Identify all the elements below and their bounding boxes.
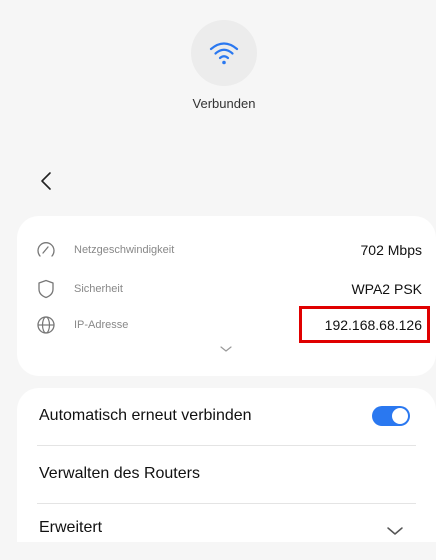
- manage-router-label: Verwalten des Routers: [39, 465, 200, 482]
- chevron-down-icon: [387, 527, 403, 535]
- info-value-speed: 702 Mbps: [360, 242, 422, 258]
- toggle-knob: [392, 408, 408, 424]
- ip-address-highlight-box: [299, 306, 430, 343]
- info-value-security: WPA2 PSK: [351, 281, 422, 297]
- advanced-row[interactable]: Erweitert: [17, 504, 436, 560]
- back-button[interactable]: [34, 167, 58, 195]
- globe-icon: [35, 314, 57, 336]
- settings-card: Automatisch erneut verbinden Verwalten d…: [17, 388, 436, 542]
- info-label-speed: Netzgeschwindigkeit: [74, 244, 175, 256]
- connection-status-label: Verbunden: [192, 96, 256, 111]
- connection-header: Verbunden: [0, 0, 436, 210]
- info-row-speed: Netzgeschwindigkeit 702 Mbps: [17, 238, 436, 262]
- info-row-security: Sicherheit WPA2 PSK: [17, 277, 436, 301]
- back-chevron-icon: [41, 172, 51, 190]
- shield-icon: [35, 278, 57, 300]
- auto-reconnect-label: Automatisch erneut verbinden: [39, 407, 252, 424]
- wifi-status-circle: [191, 20, 257, 86]
- advanced-label: Erweitert: [39, 519, 103, 536]
- auto-reconnect-row[interactable]: Automatisch erneut verbinden: [17, 388, 436, 444]
- info-label-ip: IP-Adresse: [74, 319, 129, 331]
- auto-reconnect-toggle[interactable]: [372, 406, 410, 426]
- info-label-security: Sicherheit: [74, 283, 123, 295]
- chevron-down-icon[interactable]: [219, 344, 233, 354]
- manage-router-row[interactable]: Verwalten des Routers: [17, 446, 436, 502]
- speed-gauge-icon: [35, 239, 57, 261]
- network-info-card: Netzgeschwindigkeit 702 Mbps Sicherheit …: [17, 216, 436, 376]
- wifi-icon: [209, 42, 239, 65]
